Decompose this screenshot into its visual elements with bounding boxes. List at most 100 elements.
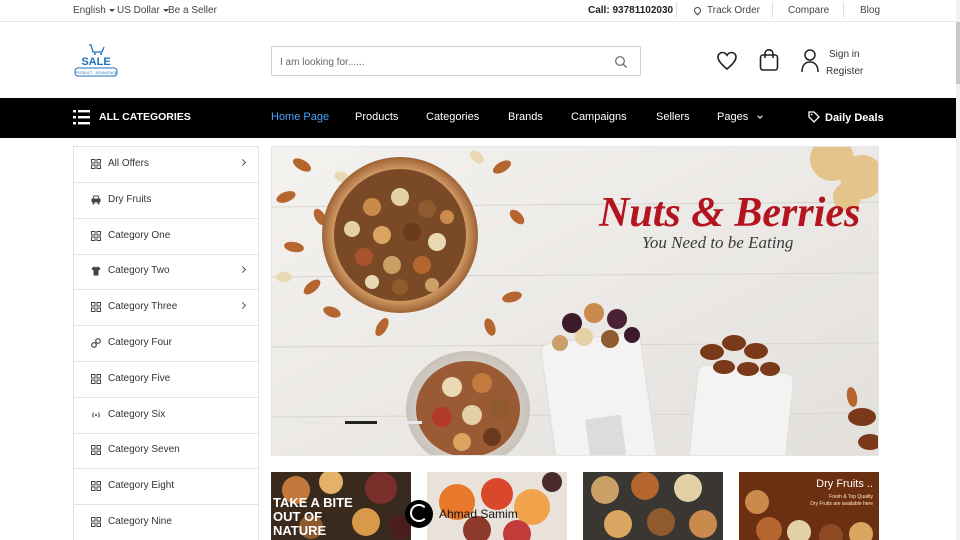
user-icon[interactable] [800, 48, 820, 74]
tile4-sub1: Fresh & Top Quality [829, 494, 873, 500]
sidebar-category-item[interactable]: Category Eight [74, 469, 258, 506]
location-pin-icon [692, 5, 703, 16]
sidebar-category-label: Category Seven [108, 444, 180, 456]
daily-deals-label: Daily Deals [825, 112, 884, 124]
sidebar-category-label: Category Five [108, 372, 171, 384]
tile-image [583, 472, 723, 540]
promo-tile-4[interactable]: Dry Fruits .. Fresh & Top Quality Dry Fr… [739, 472, 879, 540]
nav-pages-label: Pages [717, 111, 749, 123]
tile-image [427, 472, 567, 540]
banner-title: Nuts & Berries [598, 190, 860, 236]
grid-icon [91, 445, 101, 456]
language-label: English [73, 5, 106, 16]
chevron-right-icon [238, 158, 247, 167]
nav-campaigns[interactable]: Campaigns [571, 111, 627, 123]
main-nav: ALL CATEGORIES Home Page Products Catego… [0, 98, 956, 138]
chevron-right-icon [238, 266, 247, 274]
shirt-icon [91, 266, 101, 276]
chevron-right-icon [238, 302, 247, 310]
sidebar-category-item[interactable]: All Offers [74, 147, 258, 183]
nav-sellers[interactable]: Sellers [656, 111, 690, 123]
category-sidebar: All Offers Dry Fruits Category One Category… [73, 146, 259, 540]
slider-dot[interactable] [300, 421, 332, 424]
grid-icon [91, 230, 101, 241]
grid-icon [91, 159, 101, 169]
promo-tile-1[interactable]: TAKE A BITE OUT OF NATURE [271, 472, 411, 540]
currency-label: US Dollar [117, 5, 160, 16]
currency-select[interactable]: US Dollar [117, 5, 169, 16]
sidebar-category-item[interactable]: Dry Fruits [74, 183, 258, 219]
sidebar-category-item[interactable]: Category Two [74, 254, 258, 291]
sidebar-category-label: Category Nine [108, 516, 172, 527]
sidebar-category-label: All Offers [108, 158, 149, 169]
sidebar-category-label: Category Eight [108, 480, 175, 492]
hero-banner[interactable]: Nuts & Berries You Need to be Eating [271, 146, 879, 456]
scrollbar-thumb[interactable] [956, 22, 960, 84]
slider-dot-active[interactable] [345, 421, 377, 424]
sidebar-category-item[interactable]: Category Nine [74, 505, 258, 540]
daily-deals-link[interactable]: Daily Deals [808, 111, 884, 124]
search-input[interactable] [280, 53, 600, 71]
logo-subtext: PRODUCT · ADVANTAGE [75, 71, 118, 75]
divider [843, 2, 844, 18]
sidebar-category-label: Dry Fruits [108, 193, 152, 205]
chevron-down-icon [757, 113, 764, 119]
divider [676, 2, 677, 18]
logo-text: SALE [81, 56, 110, 68]
gears-icon [91, 338, 101, 348]
chevron-down-icon [108, 8, 115, 12]
menu-icon[interactable] [73, 110, 90, 125]
track-order-link[interactable]: Track Order [692, 5, 760, 16]
sidebar-category-item[interactable]: Category Four [74, 326, 258, 362]
grid-icon [91, 517, 101, 527]
sidebar-category-item[interactable]: Category Five [74, 362, 258, 398]
sidebar-category-label: Category Three [108, 301, 178, 313]
nav-products[interactable]: Products [355, 111, 398, 123]
nav-pages[interactable]: Pages [717, 111, 764, 123]
search-icon[interactable] [614, 55, 628, 69]
slider-dot[interactable] [390, 421, 422, 424]
tag-icon [808, 111, 820, 123]
watermark-text: Ahmad Samim [439, 507, 518, 521]
car-icon [91, 195, 101, 205]
call-number: Call: 93781102030 [588, 5, 674, 16]
sidebar-category-item[interactable]: Category Seven [74, 433, 258, 470]
signin-link[interactable]: Sign in [826, 46, 863, 63]
broadcast-icon [92, 411, 100, 418]
track-order-label: Track Order [707, 5, 760, 16]
tile1-text: TAKE A BITE OUT OF NATURE [273, 495, 353, 538]
promo-tile-2[interactable] [427, 472, 567, 540]
nav-home-page[interactable]: Home Page [271, 111, 329, 123]
site-logo[interactable]: SALE PRODUCT · ADVANTAGE [73, 43, 119, 79]
slider-dots [300, 421, 422, 425]
search-box [271, 46, 641, 76]
register-link[interactable]: Register [826, 63, 863, 80]
compare-link[interactable]: Compare [788, 5, 829, 16]
top-bar: English US Dollar Be a Seller Call: 9378… [0, 0, 960, 22]
shopping-bag-icon[interactable] [758, 48, 780, 72]
all-categories-button[interactable]: ALL CATEGORIES [99, 111, 191, 123]
promo-tile-3[interactable] [583, 472, 723, 540]
grid-icon [91, 481, 101, 492]
sidebar-category-item[interactable]: Category Three [74, 290, 258, 327]
scrollbar[interactable] [956, 0, 960, 540]
sidebar-category-item[interactable]: Category Six [74, 398, 258, 434]
sidebar-category-label: Category One [108, 229, 171, 241]
heart-icon[interactable] [716, 50, 738, 72]
sidebar-category-label: Category Two [108, 265, 170, 277]
nav-brands[interactable]: Brands [508, 111, 543, 123]
tile4-title: Dry Fruits .. [816, 478, 873, 490]
language-select[interactable]: English [73, 5, 115, 16]
sidebar-category-label: Category Six [108, 408, 166, 420]
sidebar-category-item[interactable]: Category One [74, 219, 258, 255]
banner-subtitle: You Need to be Eating [642, 233, 793, 252]
nav-categories[interactable]: Categories [426, 111, 479, 123]
grid-icon [91, 302, 101, 313]
divider [772, 2, 773, 18]
copyright-icon [405, 500, 433, 528]
sidebar-category-label: Category Four [108, 337, 172, 348]
account-links: Sign in Register [826, 46, 863, 80]
blog-link[interactable]: Blog [860, 5, 880, 16]
banner-image: Nuts & Berries You Need to be Eating [272, 147, 878, 455]
be-a-seller-link[interactable]: Be a Seller [168, 5, 217, 16]
